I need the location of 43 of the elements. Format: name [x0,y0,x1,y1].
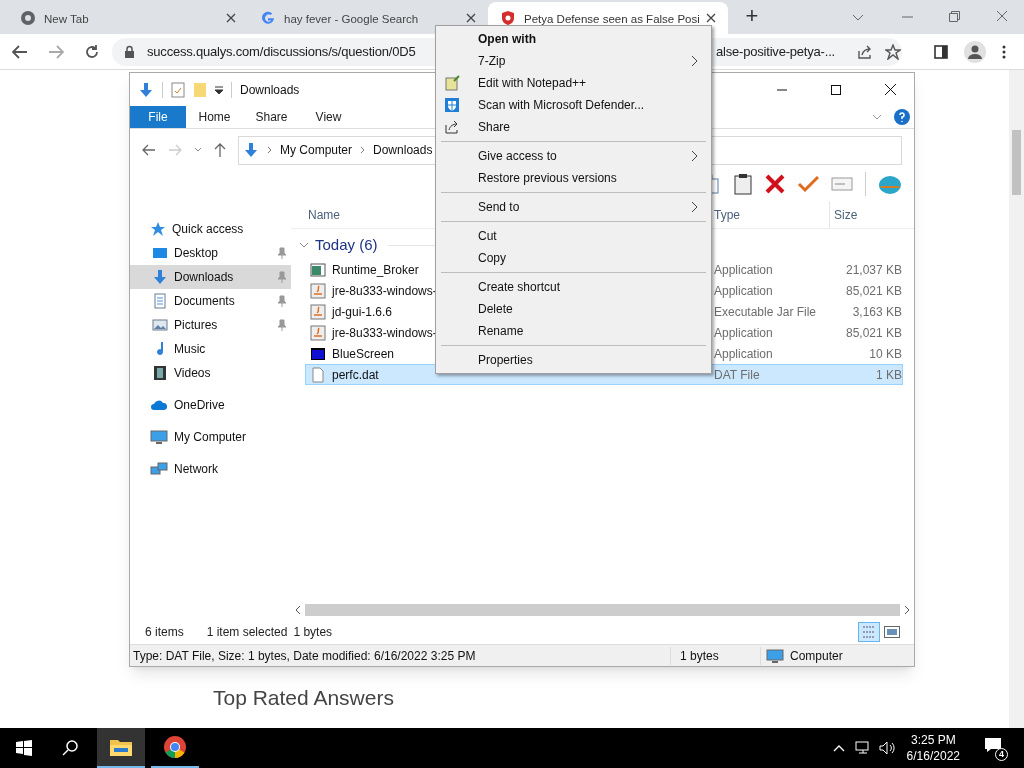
section-heading: Top Rated Answers [213,685,394,711]
file-name: jre-8u333-windows- [332,282,437,300]
nav-label: Pictures [174,317,219,334]
file-size: 85,021 KB [845,325,902,340]
nav-label: Documents [174,293,236,310]
details-size: 1 bytes [670,646,760,665]
details-location: Computer [790,647,843,665]
nav-label: Downloads [174,269,235,286]
nav-label: Desktop [174,245,220,262]
tab-title: Petya Defense seen as False Posi [524,13,700,25]
file-name: jd-gui-1.6.6 [332,303,393,321]
notification-count: 4 [995,748,1008,761]
url-text: alse-positive-petya-... [716,42,835,61]
nav-label: Quick access [172,221,245,238]
file-name: jre-8u333-windows- [332,324,437,342]
tab-title: hay fever - Google Search [284,13,419,25]
file-type: Application [714,283,773,298]
selection-info: 1 item selected [206,624,288,641]
nav-label: Videos [174,365,212,382]
file-type: Application [714,346,773,361]
item-count: 6 items [145,624,184,641]
nav-label: Music [174,341,207,358]
file-size: 21,037 KB [845,262,902,277]
group-label: Today (6) [315,234,378,255]
file-type: Executable Jar File [714,304,817,319]
nav-label: OneDrive [174,397,226,414]
selection-size: 1 bytes [293,624,333,641]
details-text: Type: DAT File, Size: 1 bytes, Date modified: 6/16/2022 3:25 PM [132,647,477,665]
file-type: Application [714,262,773,277]
url-text: success.qualys.com/discussions/s/question/0D5 [147,42,416,61]
file-name: Runtime_Broker [332,261,419,279]
nav-label: My Computer [174,429,248,446]
file-size: 10 KB [869,346,902,361]
file-size: 85,021 KB [845,283,902,298]
nav-label: Network [174,461,219,478]
window-title: Downloads [240,81,300,99]
file-size: 3,163 KB [852,304,902,319]
file-type: Application [714,325,773,340]
file-name: BlueScreen [332,345,395,363]
tab-title: New Tab [44,13,89,25]
file-size: 1 KB [876,367,902,382]
file-type: DAT File [714,367,760,382]
file-name: perfc.dat [332,366,379,384]
